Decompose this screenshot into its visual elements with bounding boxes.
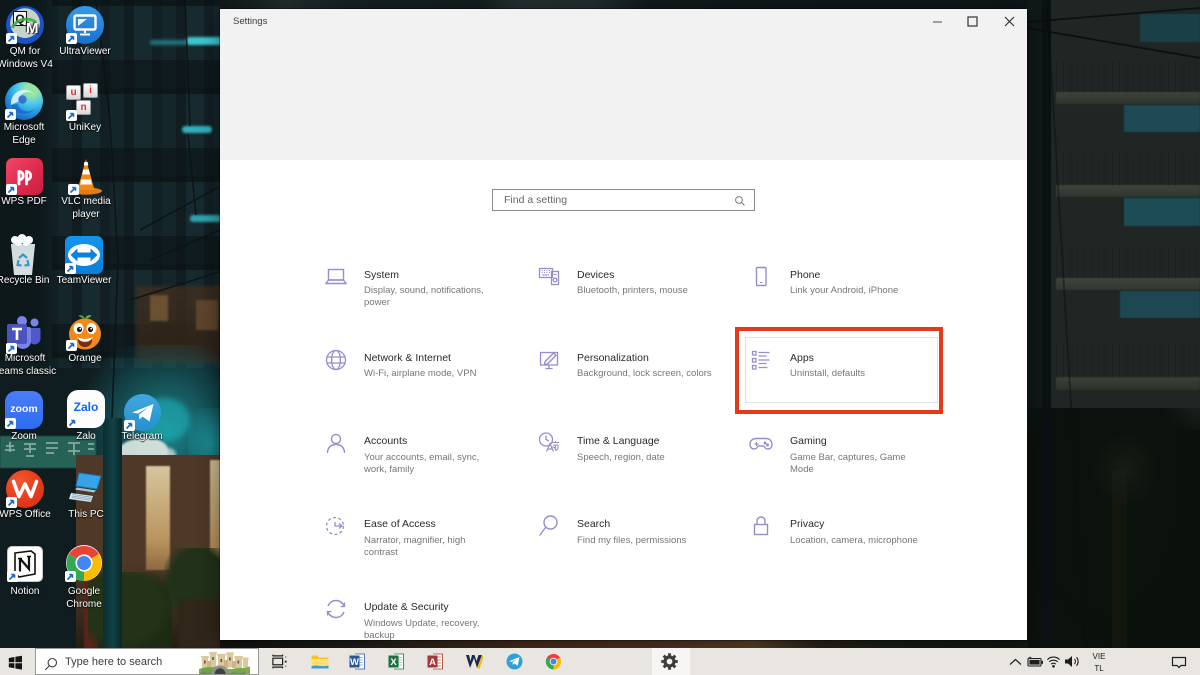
svg-text:W: W bbox=[350, 657, 359, 668]
svg-text:X: X bbox=[390, 657, 397, 668]
svg-text:A: A bbox=[429, 657, 436, 668]
